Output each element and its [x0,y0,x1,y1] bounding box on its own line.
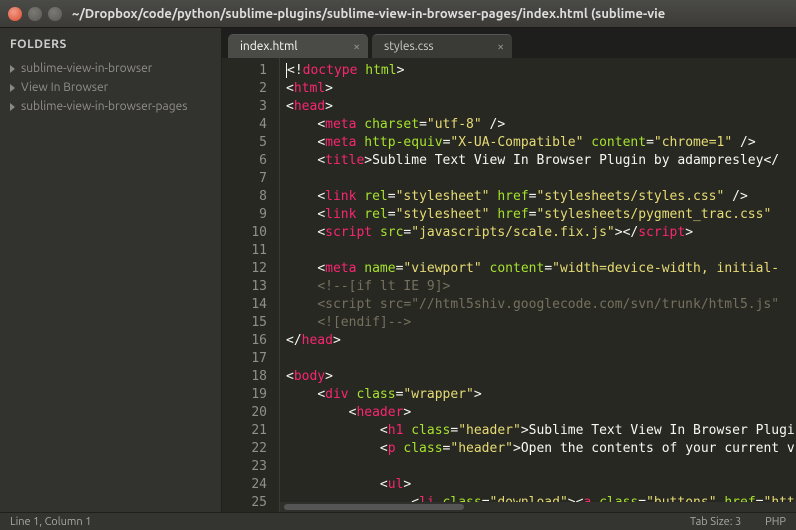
sidebar: FOLDERS sublime-view-in-browser View In … [0,28,222,512]
minimize-icon[interactable] [28,7,42,21]
status-bar: Line 1, Column 1 Tab Size: 3 PHP [0,512,796,530]
tab-label: styles.css [384,40,434,53]
code-text[interactable]: <!doctype html><html><head> <meta charse… [280,58,796,512]
window-controls [8,7,62,21]
tab-bar: index.html × styles.css × [222,28,796,58]
close-icon[interactable] [8,7,22,21]
close-icon[interactable]: × [497,40,504,53]
tab-index-html[interactable]: index.html × [228,34,368,58]
close-icon[interactable]: × [353,40,360,53]
editor-pane: index.html × styles.css × 12345678910111… [222,28,796,512]
status-tab-size[interactable]: Tab Size: 3 [690,516,741,528]
window-titlebar: ~/Dropbox/code/python/sublime-plugins/su… [0,0,796,28]
tab-styles-css[interactable]: styles.css × [372,34,512,58]
horizontal-scrollbar[interactable] [280,502,796,512]
folder-item[interactable]: sublime-view-in-browser-pages [0,97,221,116]
chevron-right-icon [10,65,15,73]
line-gutter: 1234567891011121314151617181920212223242… [222,58,280,512]
chevron-right-icon [10,84,15,92]
status-position[interactable]: Line 1, Column 1 [10,516,91,528]
maximize-icon[interactable] [48,7,62,21]
folder-label: sublime-view-in-browser-pages [21,100,187,113]
chevron-right-icon [10,103,15,111]
window-title: ~/Dropbox/code/python/sublime-plugins/su… [72,7,665,21]
folder-label: View In Browser [21,81,108,94]
status-language[interactable]: PHP [765,516,786,528]
sidebar-header: FOLDERS [0,36,221,59]
scrollbar-thumb[interactable] [284,504,464,510]
tab-label: index.html [240,40,298,53]
folder-item[interactable]: View In Browser [0,78,221,97]
folder-label: sublime-view-in-browser [21,62,152,75]
folder-item[interactable]: sublime-view-in-browser [0,59,221,78]
code-area[interactable]: 1234567891011121314151617181920212223242… [222,58,796,512]
